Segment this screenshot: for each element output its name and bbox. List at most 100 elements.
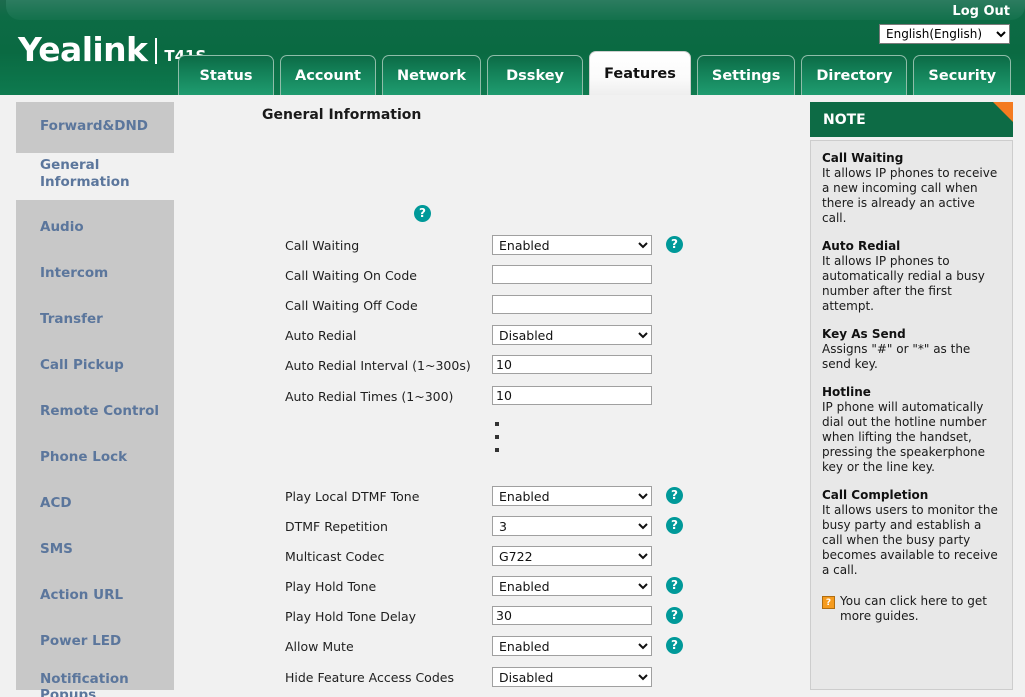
sidebar-item-label: Power LED: [40, 633, 122, 649]
sidebar-item-label: ACD: [40, 495, 72, 511]
sidebar-item-label: Audio: [40, 219, 84, 235]
tab-security[interactable]: Security: [913, 55, 1012, 95]
more-guides-text: You can click here to get more guides.: [840, 594, 987, 623]
logout-link[interactable]: Log Out: [952, 4, 1010, 19]
help-icon-call-waiting[interactable]: ?: [666, 236, 683, 253]
note-item: Hotline IP phone will automatically dial …: [822, 385, 1001, 475]
field-label-play-hold-tone: Play Hold Tone: [285, 579, 377, 594]
yealink-web-ui: Yealink T41S Log Out English(English) St…: [0, 0, 1025, 697]
tab-dsskey[interactable]: Dsskey: [487, 55, 584, 95]
note-item: Key As Send Assigns "#" or "*" as the sen…: [822, 327, 1001, 372]
note-item-text: IP phone will automatically dial out the…: [822, 400, 987, 474]
help-icon-play-hold-tone-delay[interactable]: ?: [666, 607, 683, 624]
field-input-play-local-dtmf-tone[interactable]: Enabled: [492, 486, 652, 506]
sidebar-item-label: SMS: [40, 541, 73, 557]
field-input-auto-redial[interactable]: Disabled: [492, 325, 652, 345]
sidebar-item-intercom[interactable]: Intercom: [16, 254, 174, 292]
sidebar-item-power-led[interactable]: Power LED: [16, 622, 174, 660]
field-input-dtmf-repetition[interactable]: 3: [492, 516, 652, 536]
note-panel-title: NOTE: [823, 111, 866, 128]
sidebar-item-label: Forward&DND: [40, 118, 148, 134]
field-label-call-waiting-off-code: Call Waiting Off Code: [285, 298, 418, 313]
sidebar-item-audio[interactable]: Audio: [16, 208, 174, 246]
tab-features[interactable]: Features: [589, 51, 691, 95]
tab-network[interactable]: Network: [382, 55, 482, 95]
sidebar-item-forward-dnd[interactable]: Forward&DND: [16, 107, 174, 145]
field-input-hide-feature-access-codes[interactable]: Disabled: [492, 667, 652, 687]
sidebar-item-label: Intercom: [40, 265, 109, 281]
note-item-title: Call Waiting: [822, 151, 904, 165]
sidebar-item-action-url[interactable]: Action URL: [16, 576, 174, 614]
help-icon-play-local-dtmf-tone[interactable]: ?: [666, 487, 683, 504]
field-input-auto-redial-interval-1-300s-[interactable]: [492, 355, 652, 374]
field-input-allow-mute[interactable]: Enabled: [492, 636, 652, 656]
more-guides-row[interactable]: ? You can click here to get more guides.: [822, 594, 1001, 624]
field-label-hide-feature-access-codes: Hide Feature Access Codes: [285, 670, 454, 685]
brand-name: Yealink: [18, 30, 148, 69]
tab-account[interactable]: Account: [280, 55, 376, 95]
help-icon-allow-mute[interactable]: ?: [666, 637, 683, 654]
note-item-text: It allows IP phones to receive a new inc…: [822, 166, 998, 225]
field-input-call-waiting[interactable]: Enabled: [492, 235, 652, 255]
field-input-call-waiting-on-code[interactable]: [492, 265, 652, 284]
sidebar-item-notification-popups[interactable]: Notification Popups: [16, 668, 174, 697]
note-item: Call Waiting It allows IP phones to recei…: [822, 151, 1001, 226]
field-input-play-hold-tone[interactable]: Enabled: [492, 576, 652, 596]
page-body: Forward&DND General Information Audio Inter…: [0, 95, 1025, 697]
field-input-call-waiting-off-code[interactable]: [492, 295, 652, 314]
page-title: General Information: [262, 107, 422, 123]
note-item: Auto Redial It allows IP phones to automa…: [822, 239, 1001, 314]
sidebar-item-phone-lock[interactable]: Phone Lock: [16, 438, 174, 476]
field-label-auto-redial: Auto Redial: [285, 328, 357, 343]
note-item-title: Auto Redial: [822, 239, 901, 253]
tab-directory[interactable]: Directory: [801, 55, 908, 95]
field-input-multicast-codec[interactable]: G722: [492, 546, 652, 566]
language-select[interactable]: English(English): [879, 24, 1010, 44]
sidebar-item-label: Remote Control: [40, 403, 160, 419]
ellipsis-dot: [495, 435, 499, 439]
sidebar-item-label: Action URL: [40, 587, 124, 603]
tab-settings[interactable]: Settings: [696, 55, 796, 95]
field-label-auto-redial-interval-1-300s-: Auto Redial Interval (1~300s): [285, 358, 471, 373]
ellipsis-dot: [495, 448, 499, 452]
corner-fold-icon: [993, 102, 1013, 122]
field-label-multicast-codec: Multicast Codec: [285, 549, 385, 564]
note-item-title: Call Completion: [822, 488, 929, 502]
guide-help-icon[interactable]: ?: [822, 596, 835, 609]
note-item-text: Assigns "#" or "*" as the send key.: [822, 342, 971, 371]
sidebar-item-label: Phone Lock: [40, 449, 128, 465]
sidebar-item-general-information[interactable]: General Information: [16, 153, 188, 200]
field-label-call-waiting-on-code: Call Waiting On Code: [285, 268, 417, 283]
page-header: Yealink T41S Log Out English(English) St…: [0, 0, 1025, 95]
field-label-dtmf-repetition: DTMF Repetition: [285, 519, 388, 534]
help-icon-dtmf-repetition[interactable]: ?: [666, 517, 683, 534]
tab-status[interactable]: Status: [178, 55, 274, 95]
main-tab-bar: Status Account Network Dsskey Features Settin…: [178, 51, 1012, 95]
field-input-auto-redial-times-1-300-[interactable]: [492, 386, 652, 405]
sidebar-item-label: Notification Popups: [40, 671, 129, 697]
note-panel-body: Call Waiting It allows IP phones to recei…: [810, 140, 1013, 690]
note-item-title: Key As Send: [822, 327, 906, 341]
help-icon-play-hold-tone[interactable]: ?: [666, 577, 683, 594]
ellipsis-dot: [495, 422, 499, 426]
truncated-rows-ellipsis: [495, 422, 499, 452]
sidebar-item-label: General Information: [40, 157, 130, 190]
sidebar-item-call-pickup[interactable]: Call Pickup: [16, 346, 174, 384]
field-label-auto-redial-times-1-300-: Auto Redial Times (1~300): [285, 389, 454, 404]
sidebar-item-transfer[interactable]: Transfer: [16, 300, 174, 338]
field-label-allow-mute: Allow Mute: [285, 639, 354, 654]
sidebar-item-label: Transfer: [40, 311, 103, 327]
sidebar-item-remote-control[interactable]: Remote Control: [16, 392, 174, 430]
note-item-text: It allows IP phones to automatically red…: [822, 254, 985, 313]
field-label-play-local-dtmf-tone: Play Local DTMF Tone: [285, 489, 420, 504]
sidebar-item-acd[interactable]: ACD: [16, 484, 174, 522]
field-input-play-hold-tone-delay[interactable]: [492, 606, 652, 625]
field-label-call-waiting: Call Waiting: [285, 238, 360, 253]
logo-divider: [155, 38, 158, 64]
field-label-play-hold-tone-delay: Play Hold Tone Delay: [285, 609, 417, 624]
section-help-icon[interactable]: ?: [414, 205, 431, 222]
note-item: Call Completion It allows users to monito…: [822, 488, 1001, 578]
note-item-title: Hotline: [822, 385, 871, 399]
sidebar-item-sms[interactable]: SMS: [16, 530, 174, 568]
sidebar-item-label: Call Pickup: [40, 357, 124, 373]
